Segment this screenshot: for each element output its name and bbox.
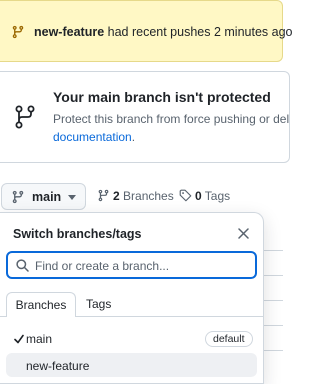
git-branch-icon	[98, 189, 109, 202]
tab-branches[interactable]: Branches	[6, 292, 76, 317]
row-divider	[264, 300, 283, 301]
branch-name: new-feature	[26, 359, 90, 373]
branch-name: main	[26, 332, 53, 346]
file-list-background	[264, 228, 283, 384]
pushed-branch-name[interactable]: new-feature	[34, 25, 104, 39]
tags-count: 0	[195, 189, 202, 203]
caret-down-icon	[68, 195, 76, 200]
default-badge: default	[205, 331, 253, 347]
git-branch-icon	[12, 25, 24, 39]
row-divider	[264, 350, 283, 351]
row-divider	[264, 325, 283, 326]
branches-label: Branches	[119, 189, 174, 203]
close-icon[interactable]	[238, 228, 249, 239]
link-suffix: .	[131, 130, 136, 144]
tag-icon	[179, 189, 192, 202]
switch-branches-dropdown: Switch branches/tags Branches Tags main …	[0, 212, 264, 384]
branch-protection-notice: Your main branch isn't protected Protect…	[0, 71, 290, 163]
row-divider	[264, 275, 283, 276]
search-icon	[16, 259, 29, 272]
protection-title: Your main branch isn't protected	[53, 89, 271, 105]
protection-docs: documentation.	[53, 128, 135, 146]
branch-search-field[interactable]	[6, 251, 257, 279]
dropdown-title: Switch branches/tags	[13, 227, 142, 241]
git-branch-icon	[15, 105, 35, 129]
branch-search-input[interactable]	[35, 256, 251, 275]
check-icon	[14, 334, 24, 344]
documentation-link[interactable]: documentation	[53, 130, 132, 144]
branch-item-new-feature[interactable]: new-feature	[6, 353, 257, 377]
branches-count: 2	[113, 189, 120, 203]
tags-label: Tags	[201, 189, 231, 203]
branch-item-main[interactable]: main default	[6, 327, 257, 351]
git-branch-icon	[12, 190, 24, 204]
pushes-message: had recent pushes 2 minutes ago	[104, 25, 293, 39]
branches-count-link[interactable]: 2 Branches	[97, 189, 174, 203]
protection-description: Protect this branch from force pushing o…	[53, 112, 290, 126]
tags-count-link[interactable]: 0 Tags	[179, 189, 230, 203]
row-divider	[264, 250, 283, 251]
current-branch-label: main	[32, 190, 62, 204]
tab-tags[interactable]: Tags	[86, 292, 111, 317]
recent-pushes-banner: new-feature had recent pushes 2 minutes …	[0, 0, 292, 62]
branch-selector-button[interactable]: main	[1, 183, 86, 210]
recent-pushes-text: new-feature had recent pushes 2 minutes …	[34, 25, 292, 39]
